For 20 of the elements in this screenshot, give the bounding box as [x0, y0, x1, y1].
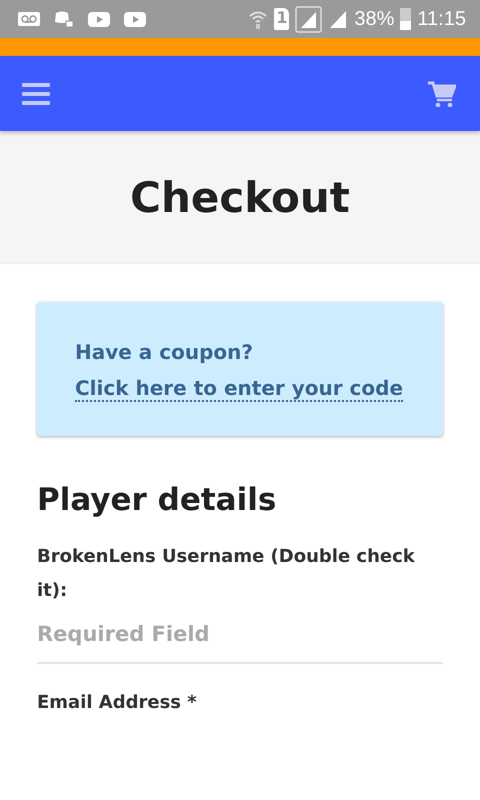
voicemail-icon [18, 12, 40, 26]
section-title: Player details [37, 482, 278, 518]
cart-icon[interactable] [428, 80, 456, 106]
coupon-link[interactable]: Click here to enter your code [75, 376, 404, 402]
signal-icon [295, 6, 322, 32]
battery-percent: 38% [354, 8, 394, 30]
play-icon [88, 12, 110, 26]
chat-icon [54, 10, 74, 28]
field-label: Email Address * [37, 691, 198, 715]
battery-icon [400, 8, 412, 30]
wifi-icon [248, 9, 268, 29]
play-icon [124, 12, 146, 26]
page-title: Checkout [130, 172, 350, 222]
sim-icon: 1 [274, 8, 290, 30]
menu-icon[interactable] [22, 82, 52, 106]
field-label: BrokenLens Username (Double check it): [37, 545, 416, 603]
signal-icon [328, 9, 348, 29]
coupon-text: Have a coupon? Click here to enter your code [75, 339, 404, 404]
input-field[interactable]: Required Field [37, 608, 443, 664]
clock: 11:15 [417, 8, 466, 30]
